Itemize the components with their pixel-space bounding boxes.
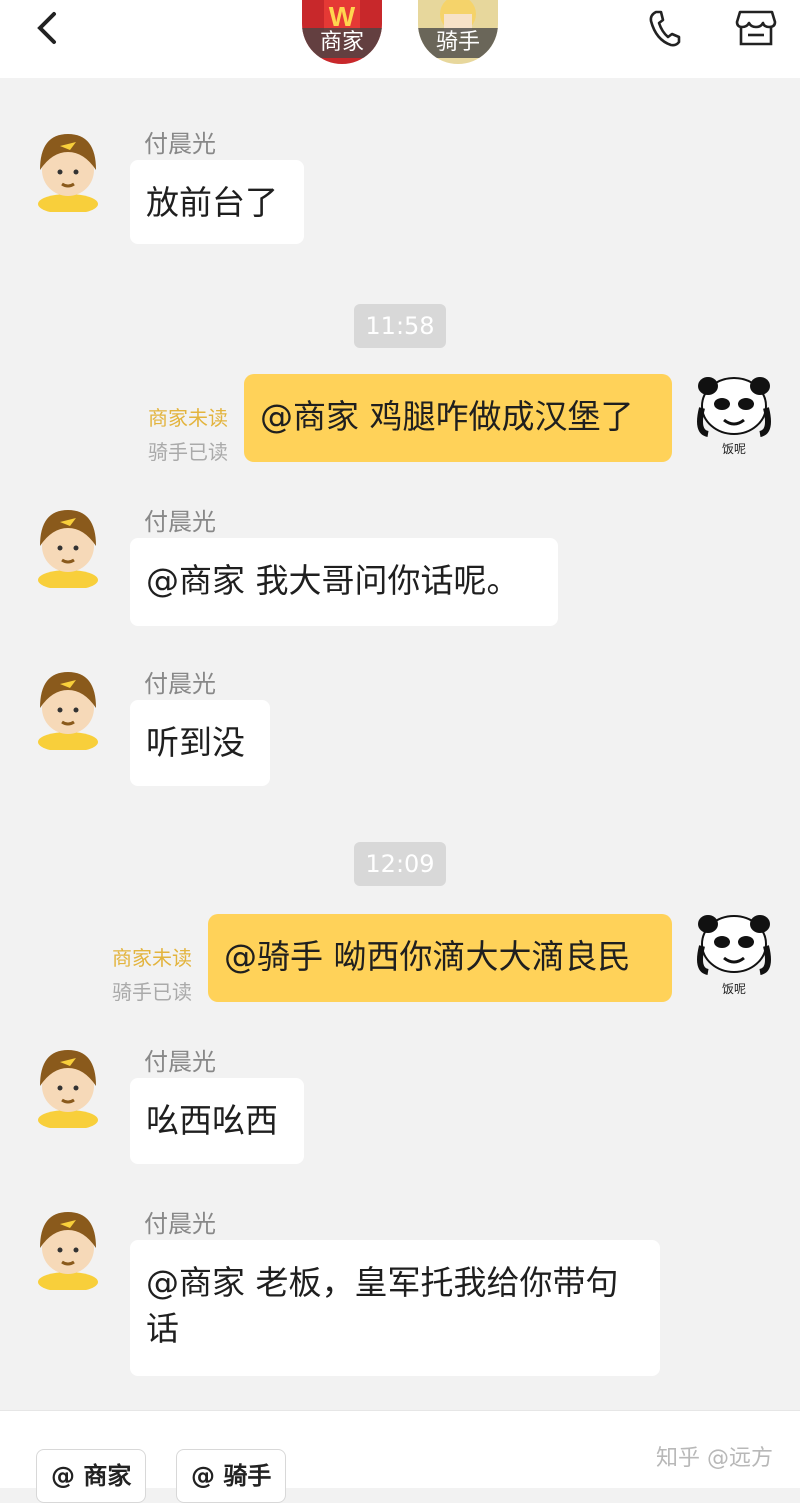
sender-name: 付晨光 <box>144 1048 216 1076</box>
mention-rider-chip[interactable]: @ 骑手 <box>176 1449 287 1503</box>
avatar-caption: 饭呢 <box>722 442 747 456</box>
shop-icon[interactable] <box>734 8 778 48</box>
merchant-tag: 商家 <box>302 28 382 58</box>
rider-avatar-icon[interactable] <box>34 500 102 588</box>
message-bubble[interactable]: 吆西吆西 <box>130 1078 304 1164</box>
rider-tag: 骑手 <box>418 28 498 58</box>
chat-header: W 商家 骑手 <box>0 0 800 78</box>
merchant-unread-status: 商家未读 <box>148 406 228 430</box>
sender-name: 付晨光 <box>144 1210 216 1238</box>
phone-icon[interactable] <box>646 8 682 48</box>
my-message-bubble[interactable]: @商家 鸡腿咋做成汉堡了 <box>244 374 672 462</box>
merchant-avatar[interactable]: W 商家 <box>302 0 382 64</box>
back-arrow-icon[interactable] <box>28 8 68 48</box>
message-bubble[interactable]: 放前台了 <box>130 160 304 244</box>
my-message-bubble[interactable]: @骑手 呦西你滴大大滴良民 <box>208 914 672 1002</box>
rider-avatar-icon[interactable] <box>34 662 102 750</box>
timestamp: 11:58 <box>354 304 446 348</box>
avatar-caption: 饭呢 <box>722 982 747 996</box>
sender-name: 付晨光 <box>144 508 216 536</box>
message-bubble[interactable]: @商家 老板，皇军托我给你带句话 <box>130 1240 660 1376</box>
message-bubble[interactable]: @商家 我大哥问你话呢。 <box>130 538 558 626</box>
message-bubble[interactable]: 听到没 <box>130 700 270 786</box>
rider-read-status: 骑手已读 <box>148 440 228 464</box>
watermark: 知乎 @远方 <box>656 1446 773 1471</box>
rider-avatar-icon[interactable] <box>34 1202 102 1290</box>
rider-avatar-icon[interactable] <box>34 1040 102 1128</box>
rider-avatar-icon[interactable] <box>34 124 102 212</box>
sender-name: 付晨光 <box>144 130 216 158</box>
rider-avatar[interactable]: 骑手 <box>418 0 498 64</box>
sender-name: 付晨光 <box>144 670 216 698</box>
rider-read-status: 骑手已读 <box>112 980 192 1004</box>
timestamp: 12:09 <box>354 842 446 886</box>
mention-merchant-chip[interactable]: @ 商家 <box>36 1449 147 1503</box>
merchant-unread-status: 商家未读 <box>112 946 192 970</box>
